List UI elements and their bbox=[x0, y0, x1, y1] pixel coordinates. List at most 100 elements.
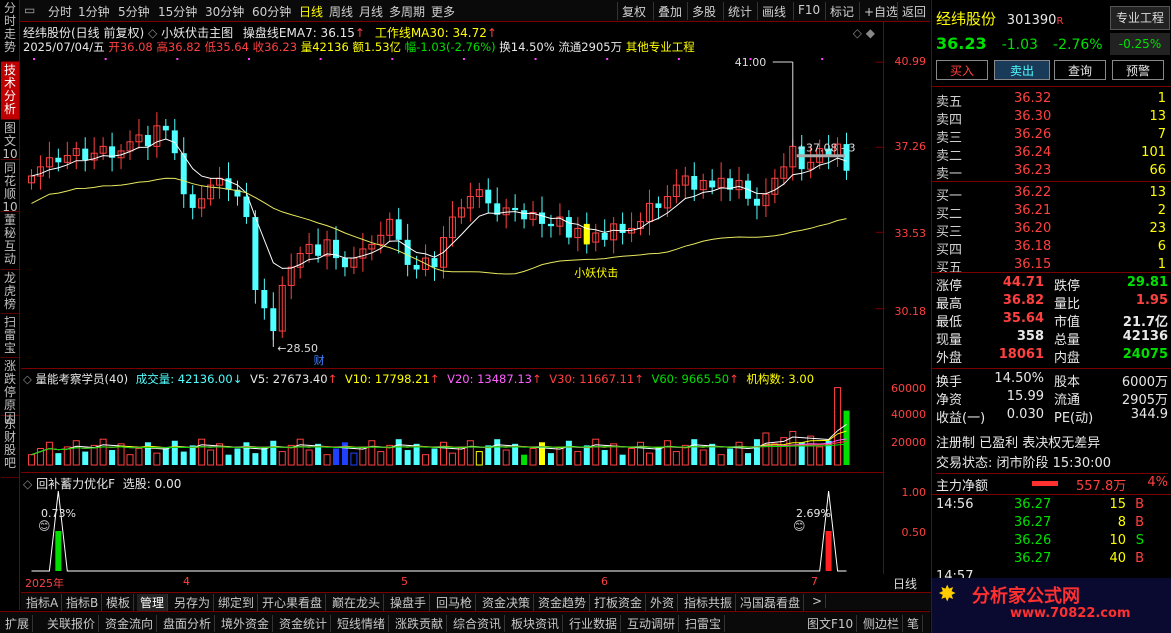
alert-button[interactable]: 预警 bbox=[1112, 60, 1164, 80]
left-tab[interactable]: 图文10 bbox=[1, 120, 19, 161]
tabs-next-icon[interactable]: > bbox=[809, 594, 827, 608]
left-tab[interactable]: 扫雷宝 bbox=[1, 314, 19, 358]
indicator-tab[interactable]: 模板 bbox=[103, 594, 135, 611]
extension-tab[interactable]: 境外资金 bbox=[218, 615, 274, 632]
indicator-tab[interactable]: 管理 bbox=[137, 594, 169, 611]
extension-tab[interactable]: 盘面分析 bbox=[160, 615, 216, 632]
buy-level-row[interactable]: 买一 36.22 13 bbox=[936, 185, 1168, 204]
extension-tab[interactable]: 综合资讯 bbox=[450, 615, 506, 632]
left-tab[interactable]: 涨跌停原因 bbox=[1, 358, 19, 425]
period-tab[interactable]: 日线 bbox=[299, 3, 323, 20]
indicator-tab[interactable]: 资金决策 bbox=[479, 594, 535, 611]
stat-row: 最高 36.82 量比 1.95 bbox=[936, 293, 1168, 312]
toolbar-button[interactable]: +自选 bbox=[859, 2, 902, 20]
buy-button[interactable]: 买入 bbox=[936, 60, 988, 80]
indicator-tab[interactable]: 巅在龙头 bbox=[329, 594, 385, 611]
extension-right-tab[interactable]: 侧边栏 bbox=[860, 615, 904, 632]
candle-down bbox=[225, 178, 232, 190]
toolbar-button[interactable]: 多股 bbox=[687, 2, 720, 20]
period-tab[interactable]: 多周期 bbox=[389, 3, 425, 20]
period-tab[interactable]: 15分钟 bbox=[158, 3, 197, 20]
indicator-tab[interactable]: 冯国磊看盘 bbox=[737, 594, 805, 611]
sell-button[interactable]: 卖出 bbox=[994, 60, 1050, 80]
period-tab[interactable]: 分时 bbox=[48, 3, 72, 20]
sell-level-row[interactable]: 卖二 36.24 101 bbox=[936, 145, 1168, 164]
left-tab[interactable]: 龙虎榜 bbox=[1, 270, 19, 314]
volume-bar bbox=[663, 440, 671, 466]
extension-tab[interactable]: 行业数据 bbox=[566, 615, 622, 632]
volume-chart[interactable]: ◇ 量能考察学员(40) 成交量: 42136.00↓ V5: 27673.40… bbox=[21, 368, 883, 468]
left-tab[interactable]: 分时走势 bbox=[1, 0, 19, 62]
level-label: 买三 bbox=[936, 225, 963, 240]
order-book: 卖五 36.32 1 卖四 36.30 13 卖三 36.26 7 卖二 36.24 101 卖一 36.… bbox=[932, 86, 1171, 276]
indicator-tab[interactable]: 开心果看盘 bbox=[259, 594, 327, 611]
watermark-url: www.70822.com bbox=[1010, 606, 1131, 621]
volume-bar bbox=[601, 450, 608, 465]
indicator-tab[interactable]: 打板资金 bbox=[591, 594, 647, 611]
volume-bar bbox=[448, 452, 456, 466]
period-tab[interactable]: 月线 bbox=[359, 3, 383, 20]
extension-right-tab[interactable]: 笔 bbox=[904, 615, 924, 632]
period-tab[interactable]: 更多 bbox=[431, 3, 455, 20]
kline-chart[interactable]: 经纬股份(日线 前复权) ◇ 小妖伏击主图 操盘线EMA7: 36.15↑ 工作… bbox=[21, 22, 883, 367]
extension-tab[interactable]: 互动调研 bbox=[624, 615, 680, 632]
toolbar-button[interactable]: 画线 bbox=[757, 2, 790, 20]
sector-tag[interactable]: 专业工程 bbox=[1110, 6, 1170, 30]
period-tab[interactable]: 30分钟 bbox=[205, 3, 244, 20]
sell-level-row[interactable]: 卖三 36.26 7 bbox=[936, 127, 1168, 146]
extension-tab[interactable]: 涨跌贡献 bbox=[392, 615, 448, 632]
toolbar-button[interactable]: 叠加 bbox=[653, 2, 686, 20]
left-tab[interactable]: 董秘互动 bbox=[1, 212, 19, 270]
tick-dir: B bbox=[1135, 515, 1144, 530]
left-tab[interactable]: 技术分析 bbox=[1, 62, 19, 120]
indicator-tab[interactable]: 外资 bbox=[647, 594, 679, 611]
volume-bar bbox=[341, 442, 348, 465]
indicator-tab[interactable]: 指标B bbox=[63, 594, 103, 611]
buy-level-row[interactable]: 买三 36.20 23 bbox=[936, 221, 1168, 240]
buy-level-row[interactable]: 买二 36.21 2 bbox=[936, 203, 1168, 222]
period-tab[interactable]: 60分钟 bbox=[252, 3, 291, 20]
extension-tab[interactable]: 短线情绪 bbox=[334, 615, 390, 632]
indicator-tab[interactable]: 指标A bbox=[23, 594, 63, 611]
toolbar-button[interactable]: 统计 bbox=[723, 2, 756, 20]
indicator-tab[interactable]: 资金趋势 bbox=[535, 594, 591, 611]
extension-tab[interactable]: 资金流向 bbox=[102, 615, 158, 632]
period-label[interactable]: 日线 bbox=[893, 575, 917, 592]
left-tab[interactable]: 东财股吧 bbox=[1, 416, 19, 478]
volume-bar bbox=[717, 454, 725, 466]
period-tab[interactable]: 5分钟 bbox=[118, 3, 150, 20]
marker-dot bbox=[534, 58, 537, 60]
toolbar-button[interactable]: 标记 bbox=[825, 2, 858, 20]
window-icon[interactable]: ▭ bbox=[24, 3, 35, 17]
sell-level-row[interactable]: 卖一 36.23 66 bbox=[936, 163, 1168, 182]
query-button[interactable]: 查询 bbox=[1054, 60, 1106, 80]
extension-tab[interactable]: 板块资讯 bbox=[508, 615, 564, 632]
extension-tab[interactable]: 扩展 bbox=[2, 615, 34, 632]
sell-level-row[interactable]: 卖五 36.32 1 bbox=[936, 91, 1168, 110]
marker-dot bbox=[247, 58, 250, 60]
level-volume: 6 bbox=[1157, 239, 1166, 254]
indicator-tab[interactable]: 指标共振 bbox=[681, 594, 737, 611]
indicator-tab[interactable]: 回马枪 bbox=[433, 594, 477, 611]
sell-level-row[interactable]: 卖四 36.30 13 bbox=[936, 109, 1168, 128]
toolbar-button[interactable]: F10 bbox=[793, 2, 824, 20]
level-volume: 101 bbox=[1141, 145, 1166, 160]
buy-level-row[interactable]: 买四 36.18 6 bbox=[936, 239, 1168, 258]
volume-bar bbox=[816, 446, 824, 466]
period-tab[interactable]: 1分钟 bbox=[78, 3, 110, 20]
indicator-tab[interactable]: 操盘手 bbox=[387, 594, 431, 611]
extension-tab[interactable]: 扫雷宝 bbox=[682, 615, 726, 632]
left-tab[interactable]: 同花顺10 bbox=[1, 160, 19, 214]
extension-tab[interactable]: 关联报价 bbox=[44, 615, 100, 632]
toolbar-button[interactable]: 返回 bbox=[897, 2, 930, 20]
indicator-tab[interactable]: 绑定到 bbox=[215, 594, 259, 611]
toolbar-button[interactable]: 复权 bbox=[617, 2, 650, 20]
period-tab[interactable]: 周线 bbox=[329, 3, 353, 20]
volume-bar bbox=[261, 446, 268, 465]
date-axis: 2025年 4 5 6 7 日线 bbox=[21, 575, 931, 591]
extension-tab[interactable]: 资金统计 bbox=[276, 615, 332, 632]
extension-right-tab[interactable]: 图文F10 bbox=[804, 615, 858, 632]
level-volume: 7 bbox=[1157, 127, 1166, 142]
indicator-tab[interactable]: 另存为 bbox=[171, 594, 215, 611]
indicator-chart[interactable]: ◇ 回补蓄力优化F 选股: 0.00 0.73% 😊 2.69% 😊 bbox=[21, 472, 883, 574]
